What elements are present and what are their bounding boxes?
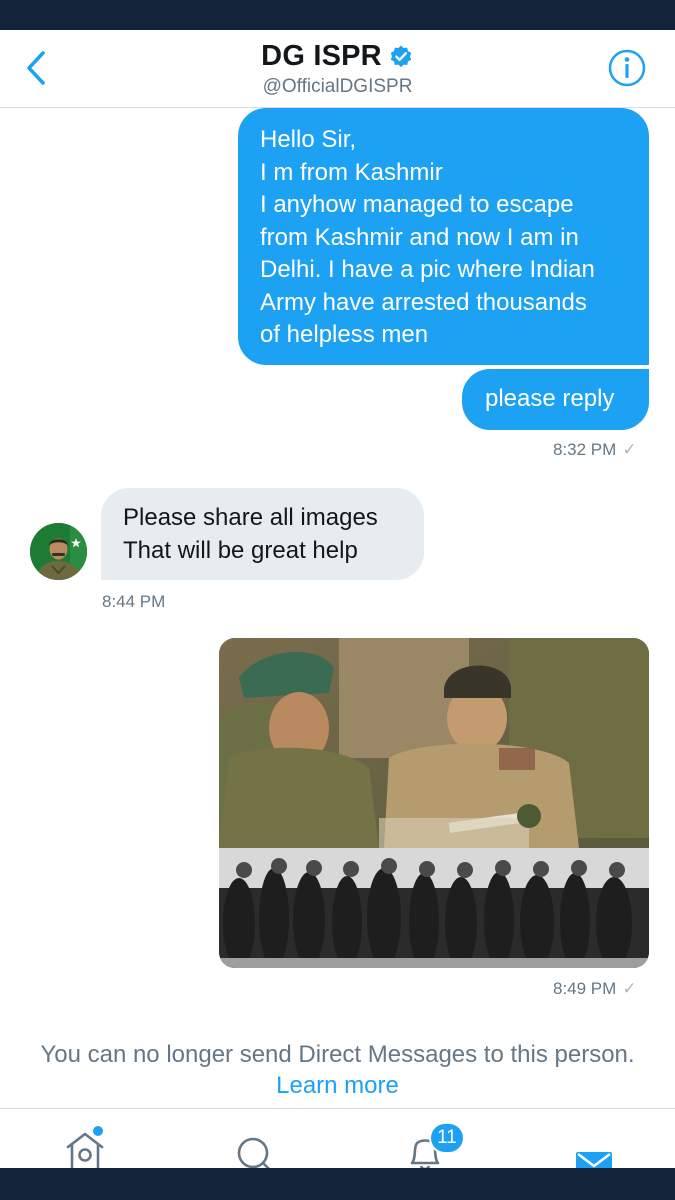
read-check-icon: ✓ — [622, 440, 637, 459]
tab-messages[interactable] — [570, 1125, 620, 1178]
image-message[interactable] — [219, 638, 649, 968]
message-timestamp: 8:49 PM ✓ — [553, 979, 637, 999]
message-text-line: Hello Sir, — [260, 126, 357, 153]
timestamp-text: 8:32 PM — [553, 440, 617, 459]
message-text-line: Delhi. I have a pic where Indian — [260, 256, 595, 283]
tab-search[interactable] — [230, 1125, 280, 1172]
message-text-line: I anyhow managed to escape — [260, 191, 574, 218]
verified-badge-icon — [390, 45, 412, 67]
message-bubble-outgoing[interactable]: Hello Sir, I m from Kashmir I anyhow man… — [238, 108, 649, 365]
conversation-header: DG ISPR @OfficialDGISPR — [0, 30, 675, 108]
contact-handle: @OfficialDGISPR — [262, 76, 413, 97]
timestamp-text: 8:49 PM — [553, 979, 617, 998]
home-icon — [66, 1126, 104, 1169]
status-bar — [0, 0, 675, 30]
search-icon — [237, 1137, 272, 1172]
conversation-title[interactable]: DG ISPR @OfficialDGISPR — [0, 40, 675, 98]
message-bubble-incoming[interactable]: Please share all images That will be gre… — [101, 488, 424, 580]
message-text-line: Please share all images — [123, 504, 378, 531]
message-text-line: Army have arrested thousands — [260, 288, 587, 316]
avatar[interactable] — [30, 523, 87, 580]
message-text-line: please reply — [485, 385, 615, 412]
message-text-line: of helpless men — [260, 321, 429, 348]
message-timestamp: 8:32 PM ✓ — [553, 440, 637, 460]
contact-name: DG ISPR — [261, 40, 382, 72]
learn-more-link[interactable]: Learn more — [276, 1072, 399, 1099]
message-text-line: from Kashmir and now I am in — [260, 223, 579, 251]
bottom-bar — [0, 1168, 675, 1200]
tab-home[interactable] — [60, 1125, 110, 1169]
avatar-image — [30, 523, 87, 580]
tab-bar — [0, 1108, 675, 1178]
attached-photo — [219, 638, 649, 968]
read-check-icon: ✓ — [622, 979, 637, 998]
message-bubble-outgoing[interactable]: please reply — [462, 369, 649, 430]
message-text-line: I m from Kashmir — [260, 158, 443, 186]
timestamp-text: 8:44 PM — [102, 592, 166, 611]
info-button[interactable] — [607, 48, 647, 88]
info-icon — [608, 49, 646, 87]
envelope-icon — [576, 1152, 612, 1178]
dm-disabled-notice: You can no longer send Direct Messages t… — [40, 1041, 635, 1068]
message-timestamp: 8:44 PM — [102, 592, 165, 612]
notifications-badge: 11 — [429, 1122, 465, 1154]
message-text-line: That will be great help — [123, 536, 358, 564]
